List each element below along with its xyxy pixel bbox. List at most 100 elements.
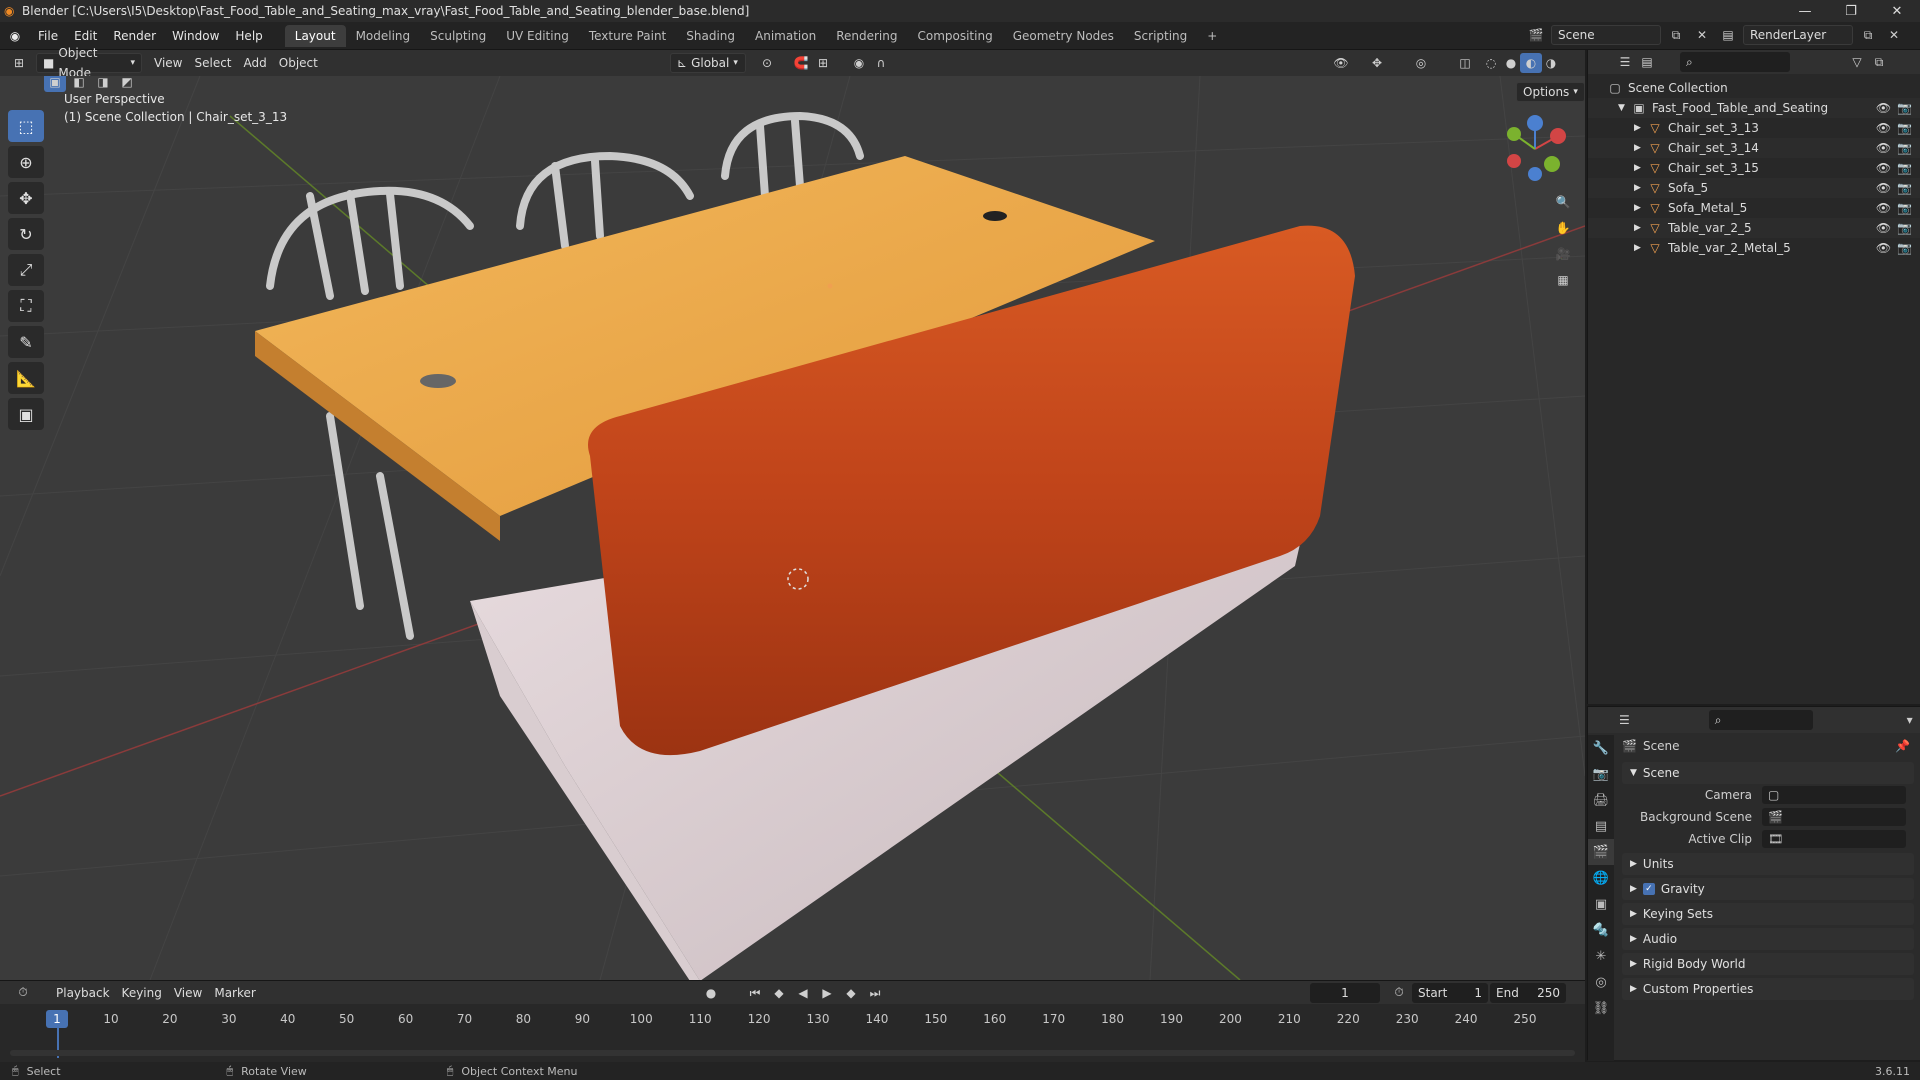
options-dropdown[interactable]: Options ▾	[1516, 82, 1585, 102]
rotate-tool[interactable]: ↻	[8, 218, 44, 250]
view-layer-tab-icon[interactable]: ▤	[1588, 813, 1614, 839]
new-collection-icon[interactable]: ⧉	[1868, 52, 1890, 72]
eye-icon[interactable]: 👁	[1876, 221, 1891, 235]
add-cube-tool[interactable]: ▣	[8, 398, 44, 430]
xray-icon[interactable]: ◫	[1454, 53, 1476, 73]
transform-orientation-dropdown[interactable]: ⊾ Global ▾	[670, 53, 746, 73]
tab-animation[interactable]: Animation	[745, 25, 826, 47]
display-mode-icon[interactable]: ▤	[1636, 52, 1658, 72]
scale-tool[interactable]: ⤢	[8, 254, 44, 286]
snap-icon[interactable]: 🧲	[790, 53, 812, 73]
start-frame-field[interactable]: Start 1	[1412, 983, 1488, 1003]
editor-type-icon[interactable]: ☰	[1614, 710, 1635, 730]
delete-view-layer-icon[interactable]: ✕	[1883, 25, 1905, 45]
stopwatch-icon[interactable]: ⏱	[1388, 983, 1410, 1003]
camera-field[interactable]: ▢	[1762, 786, 1906, 804]
cursor-tool[interactable]: ⊕	[8, 146, 44, 178]
mode-selector[interactable]: ■ Object Mode ▾	[36, 46, 142, 80]
keying-sets-panel-header[interactable]: ▶ Keying Sets	[1622, 903, 1914, 925]
gizmo-icon[interactable]: ✥	[1366, 53, 1388, 73]
editor-type-icon[interactable]: ☰	[1614, 52, 1636, 72]
select-extend-icon[interactable]: ◧	[68, 76, 90, 92]
material-shading-icon[interactable]: ◐	[1520, 53, 1542, 73]
camera-view-icon[interactable]: 🎥	[1552, 244, 1574, 264]
menu-marker[interactable]: Marker	[208, 983, 261, 1003]
outliner-item[interactable]: ▶ ▽ Table_var_2_Metal_5 👁 📷	[1588, 238, 1920, 258]
eye-icon[interactable]: 👁	[1876, 201, 1891, 215]
gravity-checkbox[interactable]: ✓	[1642, 883, 1655, 895]
pivot-point-icon[interactable]: ⊙	[756, 53, 778, 73]
select-box-tool[interactable]: ⬚	[8, 110, 44, 142]
delete-scene-icon[interactable]: ✕	[1691, 25, 1713, 45]
view-layer-selector[interactable]: RenderLayer	[1743, 25, 1853, 45]
tab-rendering[interactable]: Rendering	[826, 25, 907, 47]
scene-icon[interactable]: 🎬	[1525, 25, 1547, 45]
ortho-grid-icon[interactable]: ▦	[1552, 270, 1574, 290]
tool-tab-icon[interactable]: 🔧	[1588, 735, 1614, 761]
background-scene-field[interactable]: 🎬	[1762, 808, 1906, 826]
timeline-scrollbar[interactable]	[10, 1050, 1575, 1056]
new-view-layer-icon[interactable]: ⧉	[1857, 25, 1879, 45]
rendered-shading-icon[interactable]: ◑	[1540, 53, 1562, 73]
close-button[interactable]: ✕	[1874, 0, 1920, 22]
tab-shading[interactable]: Shading	[676, 25, 745, 47]
view-layer-icon[interactable]: ▤	[1717, 25, 1739, 45]
proportional-edit-icon[interactable]: ◉	[848, 53, 870, 73]
blender-menu-icon[interactable]: ◉	[0, 29, 30, 43]
custom-properties-panel-header[interactable]: ▶ Custom Properties	[1622, 978, 1914, 1000]
eye-icon[interactable]: 👁	[1876, 181, 1891, 195]
eye-icon[interactable]: 👁	[1876, 241, 1891, 255]
move-tool[interactable]: ✥	[8, 182, 44, 214]
solid-shading-icon[interactable]: ●	[1500, 53, 1522, 73]
next-keyframe-icon[interactable]: ◆	[840, 983, 862, 1003]
jump-end-icon[interactable]: ⏭	[864, 983, 886, 1003]
scene-tab-icon[interactable]: 🎬	[1588, 839, 1614, 865]
audio-panel-header[interactable]: ▶ Audio	[1622, 928, 1914, 950]
world-tab-icon[interactable]: 🌐	[1588, 865, 1614, 891]
annotate-tool[interactable]: ✎	[8, 326, 44, 358]
outliner-item[interactable]: ▶ ▽ Sofa_5 👁 📷	[1588, 178, 1920, 198]
constraints-tab-icon[interactable]: ⛓	[1588, 995, 1614, 1021]
gravity-panel-header[interactable]: ▶ ✓ Gravity	[1622, 878, 1914, 900]
select-subtract-icon[interactable]: ◨	[92, 76, 114, 92]
pin-icon[interactable]: 📌	[1895, 739, 1910, 753]
tab-scripting[interactable]: Scripting	[1124, 25, 1197, 47]
zoom-icon[interactable]: 🔍	[1552, 192, 1574, 212]
select-new-icon[interactable]: ▣	[44, 76, 66, 92]
outliner-item[interactable]: ▶ ▽ Chair_set_3_14 👁 📷	[1588, 138, 1920, 158]
falloff-icon[interactable]: ∩	[870, 53, 892, 73]
outliner-search-input[interactable]: ⌕	[1680, 52, 1790, 72]
tab-sculpting[interactable]: Sculpting	[420, 25, 496, 47]
menu-select[interactable]: Select	[188, 53, 237, 73]
scene-collection-row[interactable]: ▢ Scene Collection	[1588, 78, 1920, 98]
minimize-button[interactable]: —	[1782, 0, 1828, 22]
end-frame-field[interactable]: End 250	[1490, 983, 1566, 1003]
render-tab-icon[interactable]: 📷	[1588, 761, 1614, 787]
play-reverse-icon[interactable]: ◀	[792, 983, 814, 1003]
playhead-frame-indicator[interactable]: 1	[46, 1010, 68, 1028]
wireframe-shading-icon[interactable]: ◌	[1480, 53, 1502, 73]
tab-compositing[interactable]: Compositing	[907, 25, 1002, 47]
navigation-gizmo[interactable]	[1500, 114, 1570, 184]
maximize-button[interactable]: ❐	[1828, 0, 1874, 22]
rigid-body-world-panel-header[interactable]: ▶ Rigid Body World	[1622, 953, 1914, 975]
render-camera-icon[interactable]: 📷	[1897, 221, 1912, 235]
tab-geometry-nodes[interactable]: Geometry Nodes	[1003, 25, 1124, 47]
properties-search-input[interactable]: ⌕	[1708, 710, 1814, 730]
visibility-icon[interactable]: 👁	[1330, 53, 1352, 73]
menu-timeline-view[interactable]: View	[168, 983, 208, 1003]
eye-icon[interactable]: 👁	[1876, 141, 1891, 155]
tab-uv-editing[interactable]: UV Editing	[496, 25, 579, 47]
menu-keying[interactable]: Keying	[116, 983, 168, 1003]
3d-viewport[interactable]: User Perspective (1) Scene Collection | …	[0, 76, 1585, 980]
object-tab-icon[interactable]: ▣	[1588, 891, 1614, 917]
render-camera-icon[interactable]: 📷	[1897, 241, 1912, 255]
scene-selector[interactable]: Scene	[1551, 25, 1661, 45]
jump-start-icon[interactable]: ⏮	[744, 983, 766, 1003]
units-panel-header[interactable]: ▶ Units	[1622, 853, 1914, 875]
particles-tab-icon[interactable]: ✳	[1588, 943, 1614, 969]
snap-target-icon[interactable]: ⊞	[812, 53, 834, 73]
new-scene-icon[interactable]: ⧉	[1665, 25, 1687, 45]
active-clip-field[interactable]: 🎞	[1762, 830, 1906, 848]
outliner-item[interactable]: ▶ ▽ Chair_set_3_13 👁 📷	[1588, 118, 1920, 138]
